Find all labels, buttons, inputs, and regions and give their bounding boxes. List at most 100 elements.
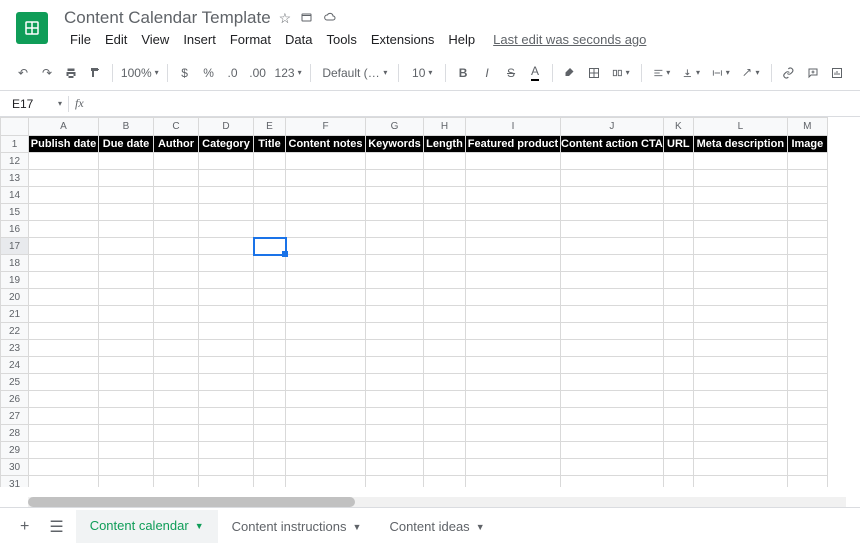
- cell-L27[interactable]: [693, 408, 787, 425]
- cell-A23[interactable]: [29, 340, 99, 357]
- cell-C23[interactable]: [154, 340, 199, 357]
- cell-M25[interactable]: [787, 374, 827, 391]
- cell-E14[interactable]: [254, 187, 286, 204]
- cell-J13[interactable]: [561, 170, 664, 187]
- cell-I19[interactable]: [466, 272, 561, 289]
- col-header-G[interactable]: G: [366, 118, 424, 136]
- cell-D17[interactable]: [199, 238, 254, 255]
- col-header-F[interactable]: F: [286, 118, 366, 136]
- cell-I31[interactable]: [466, 476, 561, 488]
- last-edit-link[interactable]: Last edit was seconds ago: [493, 32, 646, 47]
- row-header-22[interactable]: 22: [1, 323, 29, 340]
- cell-D15[interactable]: [199, 204, 254, 221]
- cell-C18[interactable]: [154, 255, 199, 272]
- cell-A22[interactable]: [29, 323, 99, 340]
- cell-G23[interactable]: [366, 340, 424, 357]
- redo-button[interactable]: ↷: [36, 61, 58, 85]
- cell-M13[interactable]: [787, 170, 827, 187]
- cell-K13[interactable]: [663, 170, 693, 187]
- cell-B19[interactable]: [99, 272, 154, 289]
- star-icon[interactable]: ☆: [279, 10, 292, 27]
- cell-C16[interactable]: [154, 221, 199, 238]
- row-header-13[interactable]: 13: [1, 170, 29, 187]
- all-sheets-button[interactable]: ☰: [41, 511, 71, 543]
- cell-L17[interactable]: [693, 238, 787, 255]
- fill-color-button[interactable]: [559, 61, 581, 85]
- cell-M31[interactable]: [787, 476, 827, 488]
- cell-G29[interactable]: [366, 442, 424, 459]
- col-header-C[interactable]: C: [154, 118, 199, 136]
- cell-G19[interactable]: [366, 272, 424, 289]
- cell-H26[interactable]: [424, 391, 466, 408]
- cell-M18[interactable]: [787, 255, 827, 272]
- cell-E17[interactable]: [254, 238, 286, 255]
- cell-B26[interactable]: [99, 391, 154, 408]
- cell-H12[interactable]: [424, 153, 466, 170]
- more-formats-dropdown[interactable]: 123: [272, 61, 305, 85]
- cell-E23[interactable]: [254, 340, 286, 357]
- cell-A31[interactable]: [29, 476, 99, 488]
- cell-I20[interactable]: [466, 289, 561, 306]
- cell-I22[interactable]: [466, 323, 561, 340]
- text-color-button[interactable]: A: [524, 61, 546, 85]
- cell-D13[interactable]: [199, 170, 254, 187]
- cell-J15[interactable]: [561, 204, 664, 221]
- increase-decimal-button[interactable]: .00: [246, 61, 270, 85]
- cell-L19[interactable]: [693, 272, 787, 289]
- cell-D21[interactable]: [199, 306, 254, 323]
- cell-B30[interactable]: [99, 459, 154, 476]
- cell-G17[interactable]: [366, 238, 424, 255]
- cell-C17[interactable]: [154, 238, 199, 255]
- cell-D24[interactable]: [199, 357, 254, 374]
- cell-L16[interactable]: [693, 221, 787, 238]
- menu-extensions[interactable]: Extensions: [365, 30, 441, 49]
- cell-L20[interactable]: [693, 289, 787, 306]
- cell-H29[interactable]: [424, 442, 466, 459]
- cell-M15[interactable]: [787, 204, 827, 221]
- cell-L26[interactable]: [693, 391, 787, 408]
- cell-C31[interactable]: [154, 476, 199, 488]
- cell-M20[interactable]: [787, 289, 827, 306]
- cell-E27[interactable]: [254, 408, 286, 425]
- cell-H27[interactable]: [424, 408, 466, 425]
- cell-B16[interactable]: [99, 221, 154, 238]
- cell-L24[interactable]: [693, 357, 787, 374]
- cell-D18[interactable]: [199, 255, 254, 272]
- cell-A26[interactable]: [29, 391, 99, 408]
- add-sheet-button[interactable]: +: [12, 512, 37, 542]
- cell-H21[interactable]: [424, 306, 466, 323]
- italic-button[interactable]: I: [476, 61, 498, 85]
- cell-G12[interactable]: [366, 153, 424, 170]
- row-header-12[interactable]: 12: [1, 153, 29, 170]
- cloud-icon[interactable]: [322, 10, 338, 26]
- cell-A28[interactable]: [29, 425, 99, 442]
- cell-K22[interactable]: [663, 323, 693, 340]
- row-header-21[interactable]: 21: [1, 306, 29, 323]
- cell-L18[interactable]: [693, 255, 787, 272]
- cell-J12[interactable]: [561, 153, 664, 170]
- header-cell-A[interactable]: Publish date: [29, 136, 99, 153]
- cell-D23[interactable]: [199, 340, 254, 357]
- cell-M12[interactable]: [787, 153, 827, 170]
- cell-D16[interactable]: [199, 221, 254, 238]
- cell-L30[interactable]: [693, 459, 787, 476]
- cell-E15[interactable]: [254, 204, 286, 221]
- row-header-20[interactable]: 20: [1, 289, 29, 306]
- link-button[interactable]: [777, 61, 800, 85]
- cell-A29[interactable]: [29, 442, 99, 459]
- cell-C13[interactable]: [154, 170, 199, 187]
- undo-button[interactable]: ↶: [12, 61, 34, 85]
- header-cell-H[interactable]: Length: [424, 136, 466, 153]
- cell-L12[interactable]: [693, 153, 787, 170]
- cell-F14[interactable]: [286, 187, 366, 204]
- cell-H13[interactable]: [424, 170, 466, 187]
- cell-B21[interactable]: [99, 306, 154, 323]
- cell-E19[interactable]: [254, 272, 286, 289]
- cell-F30[interactable]: [286, 459, 366, 476]
- col-header-K[interactable]: K: [663, 118, 693, 136]
- cell-L15[interactable]: [693, 204, 787, 221]
- h-align-button[interactable]: [648, 61, 676, 85]
- cell-A18[interactable]: [29, 255, 99, 272]
- name-box[interactable]: E17: [8, 95, 58, 113]
- cell-I30[interactable]: [466, 459, 561, 476]
